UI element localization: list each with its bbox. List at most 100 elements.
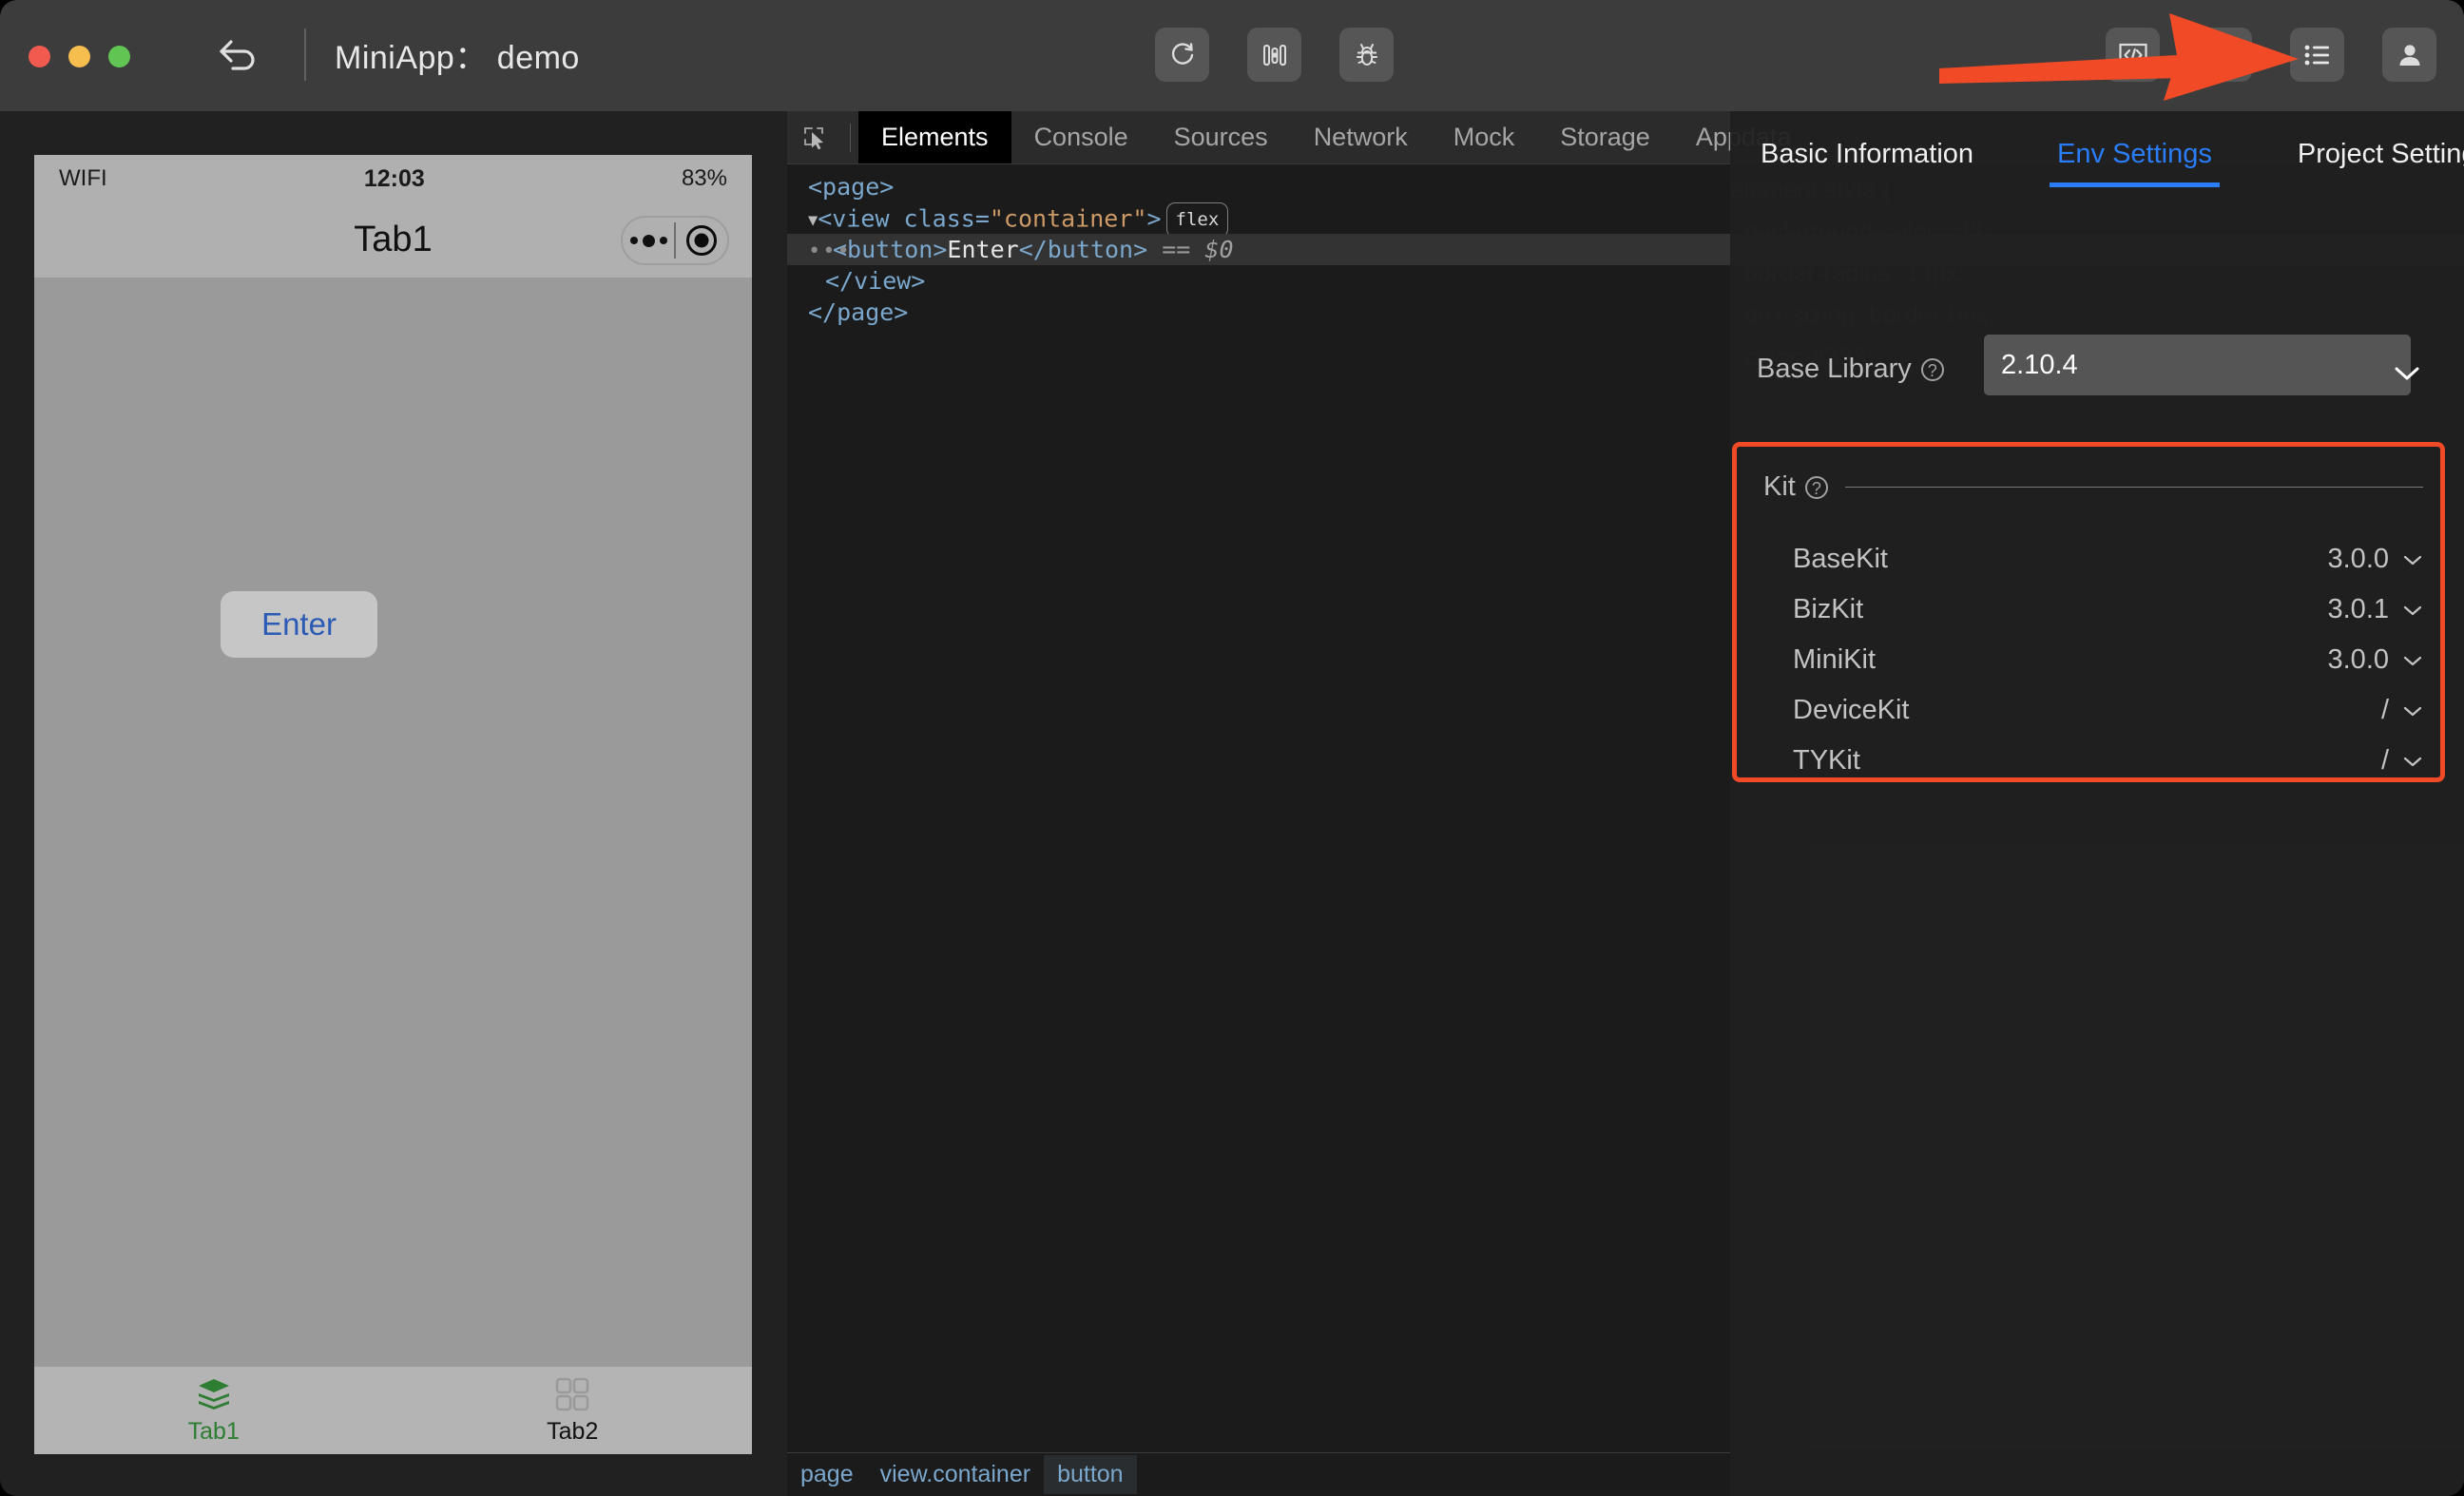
nav-bar-title: Tab1 xyxy=(354,220,433,259)
base-library-value: 2.10.4 xyxy=(2001,349,2078,380)
tab-elements[interactable]: Elements xyxy=(858,111,1011,163)
kit-header: Kit ? xyxy=(1763,471,2423,503)
tab-mock[interactable]: Mock xyxy=(1431,111,1538,163)
back-button[interactable] xyxy=(211,30,268,84)
chevron-down-icon[interactable] xyxy=(2402,755,2423,768)
settings-tab-bar: Basic Information Env Settings Project S… xyxy=(1730,111,2464,187)
status-time: 12:03 xyxy=(363,164,425,192)
breadcrumb-item-button[interactable]: button xyxy=(1044,1455,1137,1494)
kit-name: BaseKit xyxy=(1793,544,1888,574)
refresh-icon xyxy=(1168,41,1197,69)
status-bar: WIFI 12:03 83% xyxy=(34,155,752,202)
tab-item-tab2[interactable]: Tab2 xyxy=(394,1367,753,1454)
tab-storage[interactable]: Storage xyxy=(1537,111,1673,163)
devtools-divider xyxy=(850,123,851,152)
right-toolbar xyxy=(2106,28,2436,82)
base-library-label: Base Library xyxy=(1757,354,1912,384)
user-avatar-icon xyxy=(2396,41,2424,69)
dom-view-close: > xyxy=(1146,204,1162,233)
settings-sliders-button[interactable] xyxy=(1247,28,1301,82)
status-network: WIFI xyxy=(59,165,107,191)
enter-button[interactable]: Enter xyxy=(221,591,377,658)
kit-name: MiniKit xyxy=(1793,644,1877,675)
minimize-window-button[interactable] xyxy=(68,46,90,67)
chevron-down-icon[interactable] xyxy=(2402,604,2423,617)
tab-console[interactable]: Console xyxy=(1011,111,1151,163)
kit-row-tykit[interactable]: TYKit / xyxy=(1737,736,2450,786)
expand-triangle-icon[interactable]: ▼ xyxy=(808,205,818,237)
capsule-menu[interactable] xyxy=(621,216,729,265)
kit-row-bizkit[interactable]: BizKit 3.0.1 xyxy=(1737,585,2450,635)
back-arrow-icon xyxy=(218,37,261,77)
tab-basic-information[interactable]: Basic Information xyxy=(1751,139,1983,170)
dom-view-open: <view class= xyxy=(818,204,990,233)
more-dots-icon[interactable] xyxy=(623,234,674,247)
kit-version: / xyxy=(2380,695,2389,725)
zoom-window-button[interactable] xyxy=(108,46,130,67)
app-window: MiniApp： demo WIFI 12:03 83% Tab1 Enter … xyxy=(0,0,2464,1496)
layers-icon xyxy=(195,1376,233,1412)
dom-text: <page> xyxy=(808,173,895,201)
simulator-area: WIFI 12:03 83% Tab1 Enter Tab1 Tab2 xyxy=(0,111,787,1496)
tab-env-settings[interactable]: Env Settings xyxy=(2048,139,2222,187)
tab-label-tab2: Tab2 xyxy=(547,1417,599,1445)
kit-row-minikit[interactable]: MiniKit 3.0.0 xyxy=(1737,635,2450,685)
settings-panel: Basic Information Env Settings Project S… xyxy=(1730,111,2464,1496)
code-preview-button[interactable] xyxy=(2106,28,2160,82)
center-toolbar xyxy=(1155,28,1394,82)
refresh-button[interactable] xyxy=(1155,28,1209,82)
sliders-icon xyxy=(1261,41,1289,69)
dom-text: </view> xyxy=(825,267,926,295)
chevron-down-icon[interactable] xyxy=(2402,553,2423,566)
question-mark-icon[interactable]: ? xyxy=(1804,475,1828,499)
page-title: MiniApp： demo xyxy=(335,40,580,76)
dom-button-text: Enter xyxy=(947,236,1019,263)
window-controls xyxy=(29,46,130,67)
breadcrumb-item-view[interactable]: view.container xyxy=(867,1455,1044,1494)
title-bar: MiniApp： demo xyxy=(0,0,2464,111)
tab-label-tab1: Tab1 xyxy=(187,1417,240,1445)
element-picker-button[interactable] xyxy=(787,111,842,163)
bug-icon xyxy=(1352,40,1382,70)
tab-item-tab1[interactable]: Tab1 xyxy=(34,1367,394,1454)
tab-project-settings[interactable]: Project Settings xyxy=(2288,139,2464,170)
chevron-down-icon[interactable] xyxy=(2402,704,2423,718)
debug-button[interactable] xyxy=(1339,28,1394,82)
dom-view-attr: "container" xyxy=(989,204,1147,233)
kit-version: 3.0.0 xyxy=(2327,644,2390,675)
dom-eq: == xyxy=(1162,236,1191,263)
kit-version: / xyxy=(2380,745,2389,776)
account-button[interactable] xyxy=(2382,28,2436,82)
mini-app-page: Enter xyxy=(34,278,752,1367)
upload-button[interactable] xyxy=(2198,28,2252,82)
nav-bar: Tab1 xyxy=(34,202,752,278)
grid-icon xyxy=(554,1376,590,1412)
kit-version: 3.0.1 xyxy=(2327,594,2390,624)
kit-version: 3.0.0 xyxy=(2327,544,2390,574)
base-library-select[interactable]: 2.10.4 xyxy=(1984,335,2419,395)
dom-button-close: </button> xyxy=(1018,236,1148,263)
kit-row-devicekit[interactable]: DeviceKit / xyxy=(1737,685,2450,736)
element-picker-icon xyxy=(800,124,829,152)
kit-divider xyxy=(1844,487,2423,488)
dom-more-icon[interactable]: ••• xyxy=(808,236,852,267)
phone-simulator: WIFI 12:03 83% Tab1 Enter Tab1 Tab2 xyxy=(34,155,752,1454)
kit-list: BaseKit 3.0.0 BizKit 3.0.1 MiniKit 3.0.0… xyxy=(1737,534,2450,786)
tab-sources[interactable]: Sources xyxy=(1151,111,1291,163)
upload-icon xyxy=(2212,42,2239,68)
flex-badge[interactable]: flex xyxy=(1165,202,1229,238)
kit-name: TYKit xyxy=(1793,745,1860,776)
question-mark-icon[interactable]: ? xyxy=(1920,357,1944,381)
breadcrumb-item-page[interactable]: page xyxy=(787,1455,867,1494)
chevron-down-icon[interactable] xyxy=(2402,654,2423,667)
dom-text: </page> xyxy=(808,298,909,326)
tab-network[interactable]: Network xyxy=(1291,111,1431,163)
kit-name: BizKit xyxy=(1793,594,1864,624)
code-preview-icon xyxy=(2118,42,2148,68)
kit-section-highlight: Kit ? BaseKit 3.0.0 BizKit 3.0.1 MiniKit… xyxy=(1732,442,2445,782)
base-library-row: Base Library ? 2.10.4 xyxy=(1730,335,2464,395)
close-window-button[interactable] xyxy=(29,46,50,67)
target-circle-icon[interactable] xyxy=(676,222,727,259)
details-panel-button[interactable] xyxy=(2290,28,2344,82)
kit-row-basekit[interactable]: BaseKit 3.0.0 xyxy=(1737,534,2450,585)
